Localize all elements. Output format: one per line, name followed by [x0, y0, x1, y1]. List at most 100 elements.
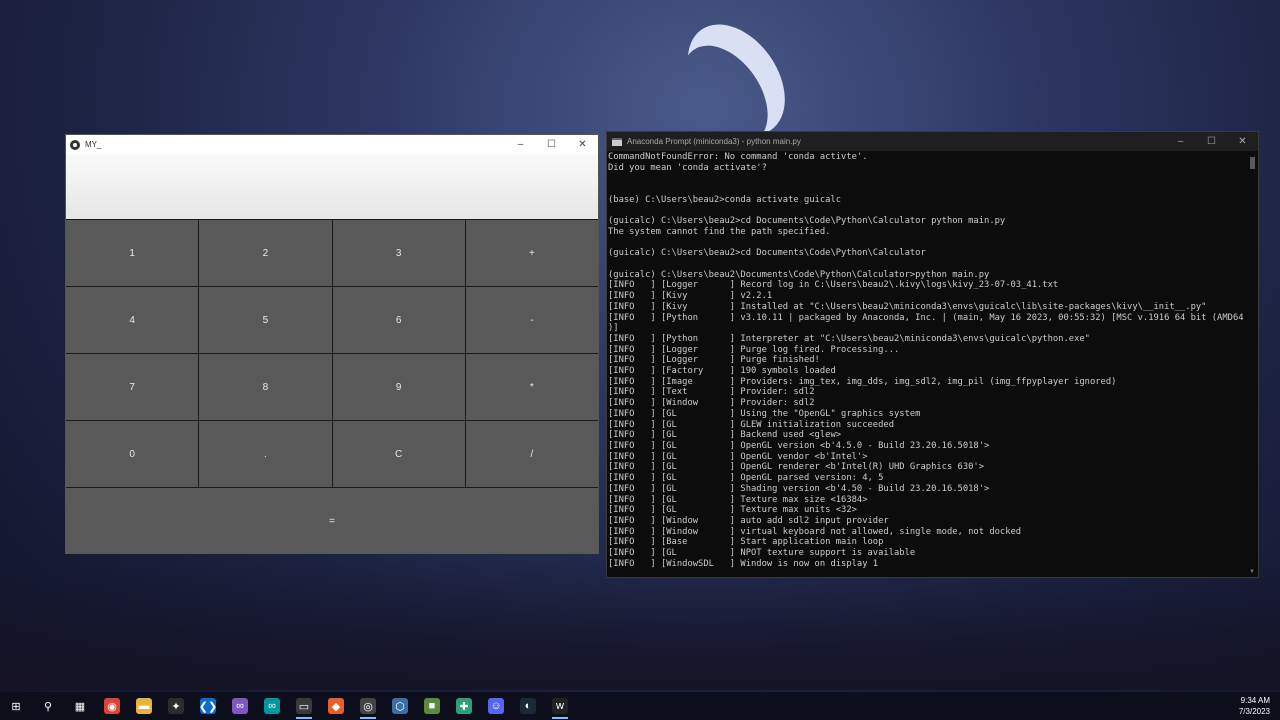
- terminal-line: [INFO ] [Logger ] Record log in C:\Users…: [608, 280, 1059, 291]
- terminal-line: [INFO ] [GL ] GLEW initialization succee…: [608, 419, 894, 430]
- visual-studio-icon: ∞: [232, 698, 248, 714]
- chrome-icon: ◉: [104, 698, 120, 714]
- key-1-button[interactable]: 1: [66, 220, 199, 286]
- key-9-button[interactable]: 9: [332, 354, 465, 420]
- key-4-button[interactable]: 4: [66, 287, 199, 353]
- calculator-window: MY_ – ☐ ✕ 1 2 3 + 4 5 6 - 7 8 9 * 0 . C …: [66, 135, 598, 554]
- calculator-display: [66, 154, 598, 219]
- terminal-scrollbar[interactable]: ▼: [1249, 157, 1256, 575]
- clock-date: 7/3/2023: [1238, 707, 1270, 716]
- taskbar-item[interactable]: ◎: [352, 692, 384, 720]
- taskbar-item[interactable]: ▦: [64, 692, 96, 720]
- terminal-line: [INFO ] [GL ] Shading version <b'4.50 - …: [608, 483, 990, 494]
- terminal-line: The system cannot find the path specifie…: [608, 226, 831, 237]
- terminal-line: [INFO ] [Python ] v3.10.11 | packaged by…: [608, 312, 1244, 323]
- taskbar-item[interactable]: ◆: [320, 692, 352, 720]
- terminal-line: CommandNotFoundError: No command 'conda …: [608, 152, 868, 162]
- taskbar-item[interactable]: ✚: [448, 692, 480, 720]
- terminal-title-bar[interactable]: Anaconda Prompt (miniconda3) - python ma…: [607, 132, 1258, 151]
- terminal-line: (guicalc) C:\Users\beau2\Documents\Code\…: [608, 269, 990, 280]
- file-explorer-icon: ▬: [136, 698, 152, 714]
- taskbar-item[interactable]: ✦: [160, 692, 192, 720]
- circle-app-icon: ✚: [456, 698, 472, 714]
- key-decimal-button[interactable]: .: [199, 421, 332, 487]
- steam-icon: ◐: [520, 698, 536, 714]
- minimize-icon[interactable]: –: [505, 139, 536, 150]
- terminal-line: [INFO ] [GL ] NPOT texture support is av…: [608, 548, 916, 559]
- taskbar-item[interactable]: ∞: [224, 692, 256, 720]
- terminal-line: [INFO ] [Kivy ] v2.2.1: [608, 291, 773, 302]
- key-0-button[interactable]: 0: [66, 421, 199, 487]
- terminal-line: [INFO ] [Image ] Providers: img_tex, img…: [608, 376, 1117, 387]
- taskbar-item[interactable]: ∞: [256, 692, 288, 720]
- key-3-button[interactable]: 3: [332, 220, 465, 286]
- taskbar-item[interactable]: ⬡: [384, 692, 416, 720]
- taskbar-item[interactable]: w: [544, 692, 576, 720]
- calculator-title-bar[interactable]: MY_ – ☐ ✕: [66, 135, 598, 154]
- key-plus-button[interactable]: +: [465, 220, 598, 286]
- terminal-line: [INFO ] [Window ] auto add sdl2 input pr…: [608, 515, 889, 526]
- terminal-line: [INFO ] [GL ] OpenGL vendor <b'Intel'>: [608, 451, 868, 462]
- terminal-line: [INFO ] [Logger ] Purge finished!: [608, 355, 820, 366]
- task-view-icon: ▦: [72, 698, 88, 714]
- maximize-icon[interactable]: ☐: [536, 139, 567, 150]
- calculator-keypad: 1 2 3 + 4 5 6 - 7 8 9 * 0 . C /: [66, 219, 598, 487]
- minecraft-icon: ■: [424, 698, 440, 714]
- key-minus-button[interactable]: -: [465, 287, 598, 353]
- taskbar-item[interactable]: ☺: [480, 692, 512, 720]
- terminal-line: [INFO ] [Factory ] 190 symbols loaded: [608, 366, 836, 377]
- close-icon[interactable]: ✕: [1227, 136, 1258, 147]
- taskbar-item[interactable]: ❮❯: [192, 692, 224, 720]
- terminal-line: [INFO ] [WindowSDL ] Window is now on di…: [608, 558, 879, 569]
- taskbar-item[interactable]: ⚲: [32, 692, 64, 720]
- key-2-button[interactable]: 2: [199, 220, 332, 286]
- taskbar-item[interactable]: ■: [416, 692, 448, 720]
- key-multiply-button[interactable]: *: [465, 354, 598, 420]
- key-divide-button[interactable]: /: [465, 421, 598, 487]
- game-app-icon: ✦: [168, 698, 184, 714]
- terminal-title: Anaconda Prompt (miniconda3) - python ma…: [627, 137, 801, 146]
- kivy-app-icon: w: [552, 698, 568, 714]
- scroll-down-icon[interactable]: ▼: [1249, 569, 1255, 575]
- background-mist: [0, 560, 1280, 690]
- git-icon: ◆: [328, 698, 344, 714]
- equals-button[interactable]: =: [66, 487, 598, 554]
- key-8-button[interactable]: 8: [199, 354, 332, 420]
- obs-icon: ◎: [360, 698, 376, 714]
- close-icon[interactable]: ✕: [567, 139, 598, 150]
- taskbar-item[interactable]: ◉: [96, 692, 128, 720]
- taskbar-item[interactable]: ◐: [512, 692, 544, 720]
- terminal-line: [INFO ] [Base ] Start application main l…: [608, 537, 884, 548]
- terminal-window: Anaconda Prompt (miniconda3) - python ma…: [607, 132, 1258, 577]
- terminal-line: (guicalc) C:\Users\beau2>cd Documents\Co…: [608, 216, 1006, 227]
- terminal-line: [INFO ] [GL ] Texture max size <16384>: [608, 494, 868, 505]
- terminal-line: [INFO ] [Logger ] Purge log fired. Proce…: [608, 344, 900, 355]
- terminal-line: [INFO ] [GL ] Backend used <glew>: [608, 430, 842, 441]
- terminal-line: [INFO ] [Kivy ] Installed at "C:\Users\b…: [608, 301, 1207, 312]
- kivy-app-icon: [70, 139, 80, 150]
- key-clear-button[interactable]: C: [332, 421, 465, 487]
- key-5-button[interactable]: 5: [199, 287, 332, 353]
- taskbar-item[interactable]: ▭: [288, 692, 320, 720]
- terminal-line: [INFO ] [GL ] OpenGL version <b'4.5.0 - …: [608, 440, 990, 451]
- terminal-line: [INFO ] [GL ] Texture max units <32>: [608, 505, 857, 516]
- terminal-icon: ▭: [296, 698, 312, 714]
- clock-time: 9:34 AM: [1240, 696, 1270, 705]
- vscode-icon: ❮❯: [199, 698, 217, 714]
- taskbar-item[interactable]: ⊞: [0, 692, 32, 720]
- scrollbar-thumb[interactable]: [1250, 157, 1255, 169]
- terminal-line: [INFO ] [Window ] virtual keyboard not a…: [608, 526, 1022, 537]
- maximize-icon[interactable]: ☐: [1196, 136, 1227, 147]
- key-7-button[interactable]: 7: [66, 354, 199, 420]
- terminal-output-area[interactable]: CommandNotFoundError: No command 'conda …: [607, 151, 1258, 577]
- terminal-line: [INFO ] [Python ] Interpreter at "C:\Use…: [608, 333, 1090, 344]
- minimize-icon[interactable]: –: [1165, 136, 1196, 147]
- key-6-button[interactable]: 6: [332, 287, 465, 353]
- taskbar-clock[interactable]: 9:34 AM 7/3/2023: [1239, 695, 1270, 717]
- terminal-line: Did you mean 'conda activate'?: [608, 162, 767, 173]
- cube-app-icon: ⬡: [392, 698, 408, 714]
- taskbar-item[interactable]: ▬: [128, 692, 160, 720]
- windows-start-icon: ⊞: [8, 698, 24, 714]
- terminal-output: CommandNotFoundError: No command 'conda …: [607, 151, 1258, 569]
- calculator-title: MY_: [85, 140, 102, 149]
